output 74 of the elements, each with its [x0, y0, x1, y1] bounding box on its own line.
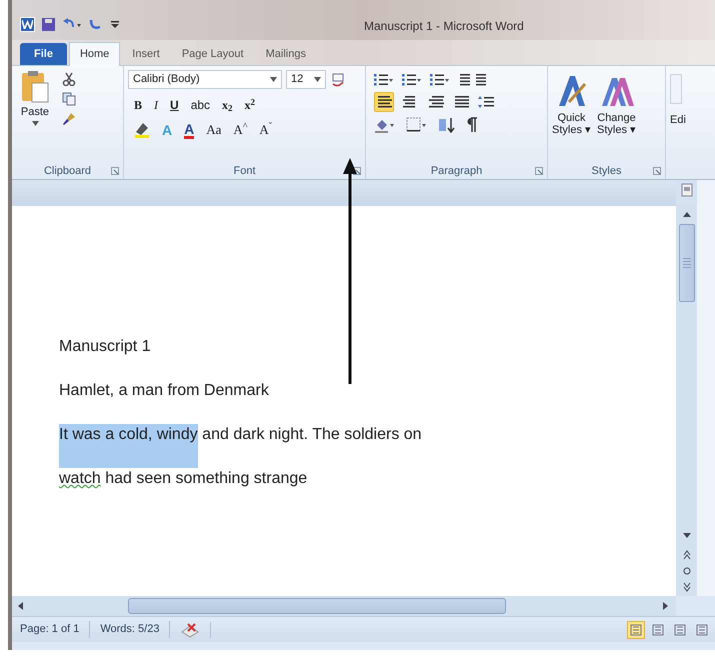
document-paragraph: It was a cold, windy and dark night. The soldiers on: [59, 424, 422, 468]
scroll-up-arrow-icon[interactable]: [682, 210, 692, 220]
view-icon: [630, 624, 642, 636]
group-label: Styles: [592, 164, 622, 179]
copy-icon[interactable]: [62, 92, 76, 106]
pilcrow-icon[interactable]: [466, 117, 478, 133]
indent-icon[interactable]: [458, 73, 488, 87]
list-icon[interactable]: [430, 73, 450, 87]
scroll-thumb[interactable]: [128, 598, 506, 614]
font-size-field[interactable]: 12: [286, 70, 326, 89]
caret-icon[interactable]: [270, 77, 277, 82]
highlighter-icon[interactable]: [134, 122, 150, 138]
paste-button[interactable]: Paste: [16, 70, 54, 126]
ribbon-tab[interactable]: Insert: [122, 43, 170, 65]
view-icon: [696, 624, 708, 636]
styles-button[interactable]: Quick Styles ▾: [552, 74, 592, 136]
save-icon[interactable]: [41, 16, 56, 32]
group-label: Font: [233, 164, 256, 179]
scissors-icon[interactable]: [62, 72, 76, 86]
horizontal-scrollbar[interactable]: [12, 596, 676, 616]
caret-icon[interactable]: [32, 120, 38, 126]
vertical-scrollbar[interactable]: [676, 206, 697, 596]
format-button[interactable]: A: [184, 122, 194, 138]
document-paragraph: Manuscript 1: [59, 337, 151, 357]
format-button[interactable]: x$^{2}$: [244, 96, 256, 114]
document-paragraph: Hamlet, a man from Denmark: [59, 381, 269, 401]
align-icon: [428, 95, 444, 109]
page-count[interactable]: Page: 1 of 1: [20, 621, 90, 638]
borders-icon[interactable]: [406, 117, 428, 133]
list-icon[interactable]: [374, 73, 394, 87]
ribbon-tab[interactable]: Mailings: [256, 43, 316, 65]
group-label: Paragraph: [430, 164, 482, 179]
view-icon: [652, 624, 664, 636]
next-page-icon[interactable]: [682, 582, 692, 592]
previous-page-icon[interactable]: [682, 550, 692, 560]
customize-toolbar-icon[interactable]: [109, 18, 121, 30]
format-button[interactable]: abc: [190, 96, 210, 114]
format-button[interactable]: I: [154, 96, 158, 114]
styles-button[interactable]: Change Styles ▾: [597, 74, 636, 136]
word-count[interactable]: Words: 5/23: [90, 621, 170, 638]
view-button[interactable]: [627, 620, 645, 638]
file-tab[interactable]: File: [20, 43, 67, 65]
font-name-field[interactable]: Calibri (Body): [128, 70, 282, 89]
align-icon: [454, 95, 470, 109]
format-button[interactable]: U: [170, 96, 179, 114]
ribbon-tab[interactable]: Page Layout: [172, 43, 254, 65]
app-logo-icon: [20, 16, 35, 32]
scroll-thumb[interactable]: [678, 224, 694, 302]
clear-formatting-icon[interactable]: [330, 72, 346, 88]
document-paragraph: watch had seen something strange: [59, 469, 308, 489]
proofing-icon[interactable]: [180, 622, 200, 638]
group-label: Clipboard: [44, 164, 92, 179]
dialog-launcher-icon[interactable]: [353, 167, 361, 175]
align-icon: [376, 95, 392, 109]
browse-object-icon[interactable]: [682, 566, 692, 576]
format-button[interactable]: B: [134, 96, 142, 114]
caret-icon[interactable]: [314, 77, 321, 82]
brush-icon[interactable]: [62, 112, 76, 126]
sort-icon[interactable]: [438, 117, 456, 133]
align-icon: [402, 95, 418, 109]
scroll-left-arrow-icon[interactable]: [16, 601, 26, 611]
shading-icon[interactable]: [374, 117, 396, 133]
ruler-toggle-icon[interactable]: [680, 183, 692, 197]
align-button[interactable]: [374, 92, 394, 112]
format-button[interactable]: A$^{^}$: [233, 120, 248, 140]
format-button[interactable]: x$_{2}$: [222, 96, 233, 114]
clipboard-icon: [20, 70, 50, 104]
view-icon: [674, 624, 686, 636]
ribbon-tab[interactable]: Home: [68, 42, 120, 66]
format-button[interactable]: Aa: [206, 120, 222, 140]
list-icon[interactable]: [402, 73, 422, 87]
window-title: Manuscript 1 - Microsoft Word: [364, 18, 524, 35]
editing-button[interactable]: Edi: [670, 112, 686, 128]
format-button[interactable]: A$^{ˇ}$: [259, 120, 272, 140]
